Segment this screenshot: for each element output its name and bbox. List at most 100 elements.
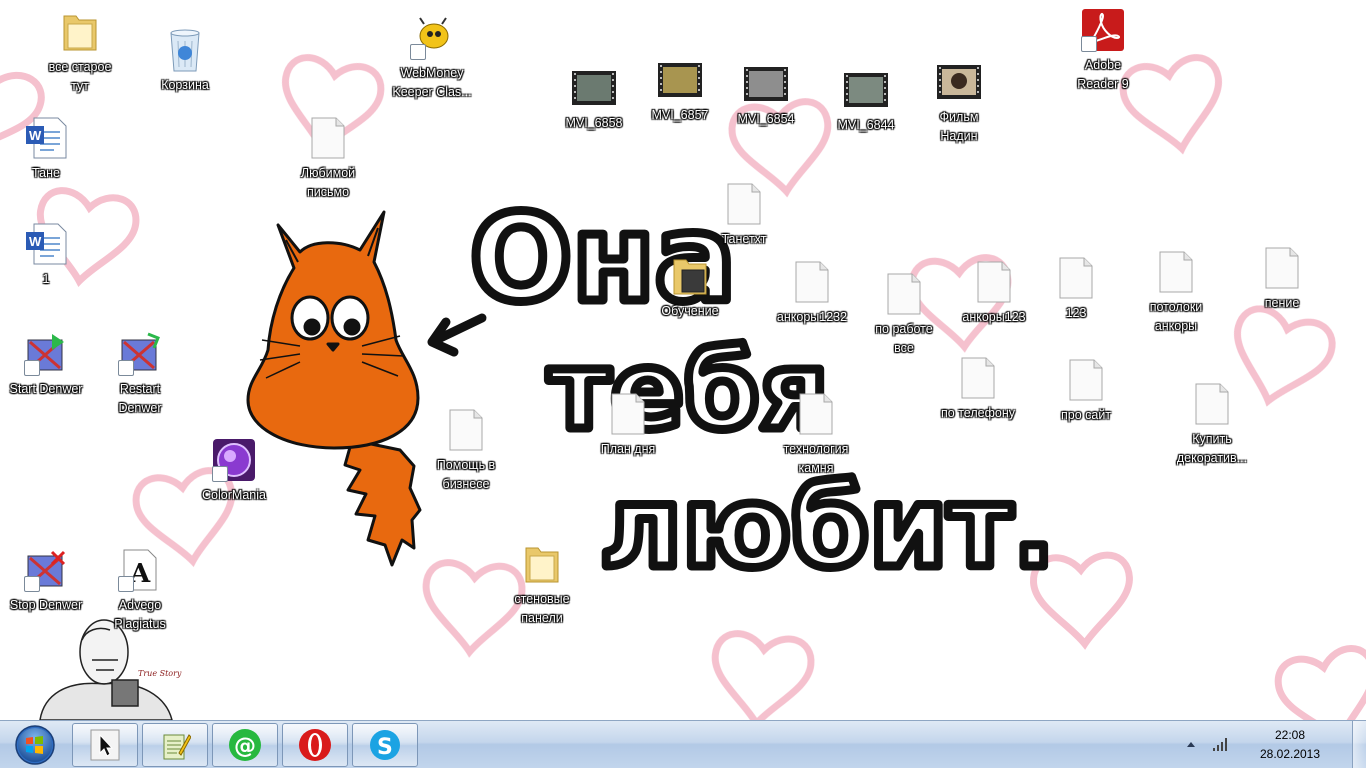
text-file-icon [788, 258, 836, 306]
text-file-icon [954, 354, 1002, 402]
mouse-cursor-icon [90, 729, 120, 761]
icon-label: Тане [32, 166, 60, 180]
desktop-icon-tane[interactable]: W Тане [0, 114, 92, 183]
icon-label: Фильм Надин [939, 110, 979, 143]
shortcut-arrow-icon [24, 576, 40, 592]
denwer-start-icon [22, 330, 70, 378]
desktop-icon-tehnologiya[interactable]: технология камня [770, 390, 862, 478]
desktop-icon-penie[interactable]: пение [1236, 244, 1328, 313]
colormania-icon [210, 436, 258, 484]
show-hidden-icons-button[interactable] [1184, 737, 1198, 751]
desktop-icon-po-telefonu[interactable]: по телефону [932, 354, 1024, 423]
icon-label: технология камня [783, 442, 849, 475]
advego-icon: A [116, 546, 164, 594]
desktop-icon-obuchenie[interactable]: Обучение [644, 252, 736, 321]
shortcut-arrow-icon [24, 360, 40, 376]
video-thumbnail-icon [842, 66, 890, 114]
desktop-icon-kupit[interactable]: Купить декоратив... [1166, 380, 1258, 468]
desktop-icon-korzina[interactable]: Корзина [139, 26, 231, 95]
shortcut-arrow-icon [118, 360, 134, 376]
icon-label: MVI_6844 [837, 118, 895, 132]
desktop-icon-start-denwer[interactable]: Start Denwer [0, 330, 92, 399]
video-thumbnail-icon [570, 64, 618, 112]
chevron-up-icon [1187, 742, 1195, 747]
icon-label: Adobe Reader 9 [1077, 58, 1129, 91]
icon-label: Start Denwer [9, 382, 83, 396]
text-file-icon [1062, 356, 1110, 404]
show-desktop-button[interactable] [1352, 721, 1366, 768]
desktop-icon-mvi-6857[interactable]: MVI_6857 [634, 56, 726, 125]
clock-time: 22:08 [1274, 728, 1306, 742]
folder-icon [518, 540, 566, 588]
svg-text:W: W [29, 128, 42, 143]
taskbar-button-notepad-app[interactable] [142, 723, 208, 767]
desktop-icon-film-nadin[interactable]: Фильм Надин [913, 58, 1005, 146]
windows-start-icon [15, 725, 55, 765]
desktop-icon-stenovye[interactable]: стеновые панели [496, 540, 588, 628]
desktop-icon-advego[interactable]: A Advego Plagiatus [94, 546, 186, 634]
shortcut-arrow-icon [410, 44, 426, 60]
desktop-icon-potolki[interactable]: потолоки анкоры [1130, 248, 1222, 336]
video-thumbnail-icon [935, 58, 983, 106]
text-file-icon [720, 180, 768, 228]
desktop-icon-pro-sait[interactable]: про сайт [1040, 356, 1132, 425]
clock[interactable]: 22:08 28.02.2013 [1244, 726, 1336, 764]
svg-text:S: S [377, 735, 393, 760]
skype-icon: S [370, 730, 400, 760]
taskbar-button-skype[interactable]: S [352, 723, 418, 767]
notepad-icon [163, 734, 191, 760]
denwer-stop-icon [22, 546, 70, 594]
desktop-icon-ankory123[interactable]: анкоры123 [948, 258, 1040, 327]
start-button[interactable] [6, 722, 64, 768]
icon-label: потолоки анкоры [1149, 300, 1203, 333]
network-status-button[interactable] [1212, 736, 1230, 752]
desktop-icon-lyubimoy[interactable]: Любимой письмо [282, 114, 374, 202]
desktop-icon-mvi-6854[interactable]: MVI_6854 [720, 60, 812, 129]
desktop-icon-stop-denwer[interactable]: Stop Denwer [0, 546, 92, 615]
icon-label: Корзина [161, 78, 209, 92]
desktop-icon-tanetxt[interactable]: Танетхт [698, 180, 790, 249]
icon-label: MVI_6854 [737, 112, 795, 126]
desktop-icon-restart-denwer[interactable]: Restart Denwer [94, 330, 186, 418]
icon-label: Advego Plagiatus [114, 598, 166, 631]
shortcut-arrow-icon [118, 576, 134, 592]
desktop-icon-vse-staroe[interactable]: все старое тут [34, 8, 126, 96]
taskbar-button-cursor-app[interactable] [72, 723, 138, 767]
recycle-bin-icon [161, 26, 209, 74]
icon-label: Танетхт [721, 232, 767, 246]
video-thumbnail-icon [656, 56, 704, 104]
caption-line-3: любит. [600, 463, 1055, 593]
desktop-icon-ankory1232[interactable]: анкоры1232 [766, 258, 858, 327]
desktop-icon-po-rabote[interactable]: по работе все [858, 270, 950, 358]
desktop-icon-one[interactable]: W 1 [0, 220, 92, 289]
cat-drawing [246, 210, 422, 567]
desktop-icon-webmoney[interactable]: WebMoney Keeper Clas... [386, 14, 478, 102]
shortcut-arrow-icon [212, 466, 228, 482]
opera-icon [299, 729, 331, 761]
text-file-icon [304, 114, 352, 162]
clock-date: 28.02.2013 [1259, 747, 1321, 761]
desktop-icon-pomosh[interactable]: Помощь в бизнесе [420, 406, 512, 494]
desktop-icon-mvi-6844[interactable]: MVI_6844 [820, 66, 912, 135]
desktop-icon-colormania[interactable]: ColorMania [188, 436, 280, 505]
adobe-reader-icon [1079, 6, 1127, 54]
desktop-icon-adobe-reader[interactable]: Adobe Reader 9 [1057, 6, 1149, 94]
text-file-icon [880, 270, 928, 318]
text-file-icon [1052, 254, 1100, 302]
icon-label: Обучение [661, 304, 719, 318]
icon-label: Restart Denwer [118, 382, 162, 415]
svg-text:@: @ [234, 734, 256, 759]
desktop-icon-123[interactable]: 123 [1030, 254, 1122, 323]
desktop-icon-mvi-6858[interactable]: MVI_6858 [548, 64, 640, 133]
icon-label: Помощь в бизнесе [436, 458, 496, 491]
text-file-icon [1152, 248, 1200, 296]
taskbar-button-mail-agent[interactable]: @ [212, 723, 278, 767]
icon-label: План дня [600, 442, 656, 456]
text-file-icon [1258, 244, 1306, 292]
icon-label: Любимой письмо [300, 166, 356, 199]
text-file-icon [970, 258, 1018, 306]
word-document-icon: W [22, 220, 70, 268]
shortcut-arrow-icon [1081, 36, 1097, 52]
desktop-icon-plan-dnya[interactable]: План дня [582, 390, 674, 459]
taskbar-button-opera[interactable] [282, 723, 348, 767]
